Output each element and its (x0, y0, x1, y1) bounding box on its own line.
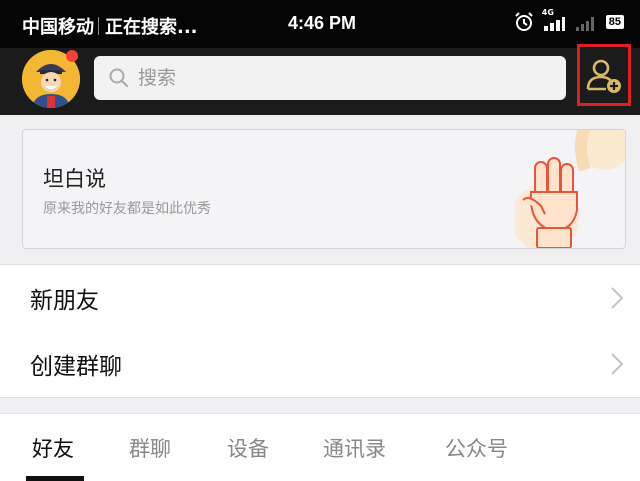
top-header (0, 44, 640, 115)
alarm-icon (515, 12, 533, 31)
search-icon (109, 68, 129, 88)
status-bar: 中国移动 正在搜索... 4:46 PM 4G 85 (0, 0, 640, 48)
status-icons: 4G 85 (514, 8, 624, 32)
contacts-tab-bar: 好友 群聊 设备 通讯录 公众号 (0, 413, 640, 481)
tab-devices[interactable]: 设备 (227, 433, 269, 463)
search-bar[interactable] (94, 56, 566, 100)
tab-address-book[interactable]: 通讯录 (323, 433, 386, 463)
create-group-row[interactable]: 创建群聊 (0, 331, 640, 398)
tab-groups[interactable]: 群聊 (129, 433, 171, 463)
active-tab-indicator (26, 476, 84, 481)
search-input[interactable] (136, 66, 540, 90)
carrier-label: 中国移动 (22, 17, 94, 38)
network-signal-icon: 4G (542, 8, 566, 32)
add-friend-button[interactable] (577, 44, 631, 106)
add-friend-icon (586, 59, 621, 93)
new-friends-row[interactable]: 新朋友 (0, 264, 640, 332)
activity-label: 正在搜索... (105, 17, 198, 38)
status-separator (98, 17, 99, 35)
cell-signal-icon (575, 17, 594, 31)
status-left: 中国移动 正在搜索... (22, 13, 198, 39)
banner-title: 坦白说 (43, 167, 106, 191)
banner-subtitle: 原来我的好友都是如此优秀 (43, 201, 211, 217)
avatar-notification-badge (66, 50, 78, 62)
chevron-right-icon (611, 353, 624, 375)
battery-indicator: 85 (605, 15, 624, 29)
tab-friends[interactable]: 好友 (32, 433, 74, 463)
new-friends-label: 新朋友 (30, 288, 99, 314)
hand-gesture-icon (515, 130, 625, 248)
chevron-right-icon (611, 287, 624, 309)
status-time: 4:46 PM (288, 13, 357, 33)
tab-official-accounts[interactable]: 公众号 (445, 433, 508, 463)
confession-banner[interactable]: 坦白说 原来我的好友都是如此优秀 (22, 129, 626, 249)
create-group-label: 创建群聊 (30, 354, 122, 380)
